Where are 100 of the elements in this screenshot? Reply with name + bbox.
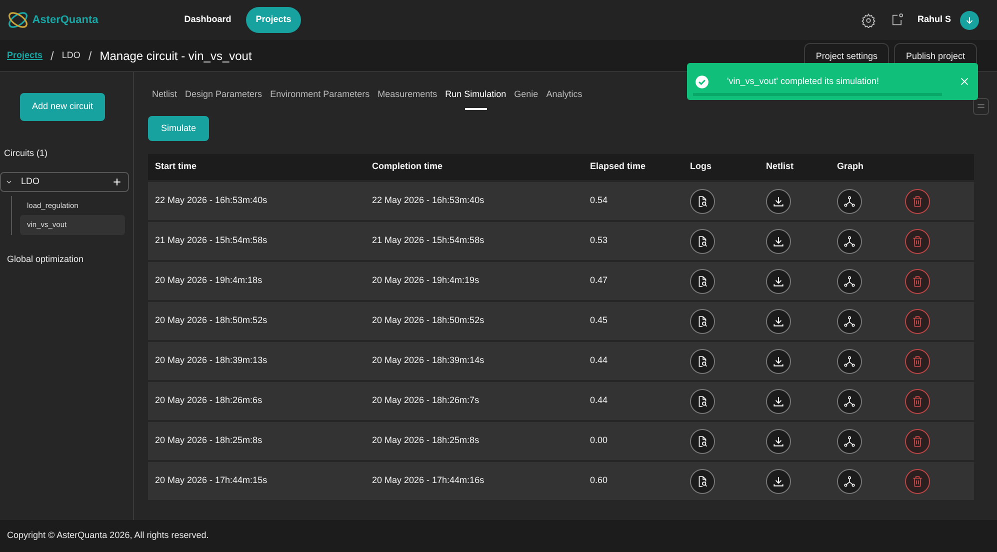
logs-button[interactable] bbox=[690, 228, 715, 254]
graph-icon bbox=[843, 434, 856, 448]
tab[interactable]: Design Parameters bbox=[181, 88, 266, 110]
breadcrumb-item: LDO bbox=[62, 48, 80, 62]
table-cell-text: 0.60 bbox=[590, 474, 609, 488]
graph-button[interactable] bbox=[837, 308, 862, 334]
download-icon bbox=[772, 194, 785, 208]
notification-icon bbox=[890, 13, 904, 27]
arrow-down-icon bbox=[964, 14, 975, 26]
logs-button[interactable] bbox=[690, 308, 715, 334]
logs-button[interactable] bbox=[690, 428, 715, 454]
table-cell-text: 22 May 2026 - 16h:53m:40s bbox=[372, 194, 486, 208]
graph-button[interactable] bbox=[837, 348, 862, 374]
graph-button[interactable] bbox=[837, 268, 862, 294]
graph-icon bbox=[843, 314, 856, 328]
delete-button[interactable] bbox=[905, 188, 930, 214]
graph-button[interactable] bbox=[837, 468, 862, 494]
trash-icon bbox=[911, 394, 924, 408]
copyright-text: Copyright © AsterQuanta 2026, All rights reserved. bbox=[7, 529, 209, 542]
trash-icon bbox=[911, 194, 924, 208]
download-button[interactable] bbox=[766, 188, 791, 214]
user-name: Rahul S bbox=[917, 13, 951, 26]
download-button[interactable] bbox=[766, 428, 791, 454]
column-header: Completion time bbox=[372, 160, 444, 174]
table-cell-text: 21 May 2026 - 15h:54m:58s bbox=[155, 234, 268, 248]
download-button[interactable] bbox=[766, 388, 791, 414]
page-title: Manage circuit - vin_vs_vout bbox=[100, 48, 252, 64]
table-cell-text: 20 May 2026 - 18h:50m:52s bbox=[372, 314, 486, 328]
add-icon bbox=[112, 177, 122, 187]
tab[interactable]: Environment Parameters bbox=[266, 88, 374, 110]
column-header: Elapsed time bbox=[590, 160, 647, 174]
document-search-icon bbox=[696, 274, 709, 288]
delete-button[interactable] bbox=[905, 228, 930, 254]
table-cell-text: 0.54 bbox=[590, 194, 609, 208]
table-cell-text: 20 May 2026 - 19h:4m:18s bbox=[155, 274, 264, 288]
download-icon bbox=[772, 394, 785, 408]
document-search-icon bbox=[696, 474, 709, 488]
delete-button[interactable] bbox=[905, 308, 930, 334]
table-cell-text: 20 May 2026 - 18h:26m:6s bbox=[155, 394, 264, 408]
column-header: Netlist bbox=[766, 160, 795, 174]
tab[interactable]: Genie bbox=[510, 88, 542, 110]
delete-button[interactable] bbox=[905, 468, 930, 494]
table-cell-text: 21 May 2026 - 15h:54m:58s bbox=[372, 234, 486, 248]
graph-button[interactable] bbox=[837, 388, 862, 414]
column-header: Start time bbox=[155, 160, 198, 174]
tree-item[interactable]: LDO bbox=[0, 172, 129, 192]
download-button[interactable] bbox=[766, 468, 791, 494]
logs-button[interactable] bbox=[690, 188, 715, 214]
graph-icon bbox=[843, 394, 856, 408]
table-cell-text: 20 May 2026 - 18h:25m:8s bbox=[372, 434, 480, 448]
graph-button[interactable] bbox=[837, 428, 862, 454]
delete-button[interactable] bbox=[905, 348, 930, 374]
document-search-icon bbox=[696, 354, 709, 368]
table-cell-text: 0.44 bbox=[590, 354, 609, 368]
graph-icon bbox=[843, 474, 856, 488]
table-cell-text: 0.47 bbox=[590, 274, 609, 288]
graph-button[interactable] bbox=[837, 188, 862, 214]
column-header: Graph bbox=[837, 160, 865, 174]
download-button[interactable] bbox=[766, 228, 791, 254]
document-search-icon bbox=[696, 394, 709, 408]
delete-button[interactable] bbox=[905, 388, 930, 414]
download-button[interactable] bbox=[766, 268, 791, 294]
table-cell-text: 20 May 2026 - 17h:44m:15s bbox=[155, 474, 268, 488]
trash-icon bbox=[911, 474, 924, 488]
download-icon bbox=[772, 274, 785, 288]
download-button[interactable] bbox=[766, 348, 791, 374]
nav-link[interactable]: Dashboard bbox=[174, 7, 242, 33]
graph-icon bbox=[843, 274, 856, 288]
download-icon bbox=[772, 474, 785, 488]
graph-icon bbox=[843, 234, 856, 248]
download-icon bbox=[772, 354, 785, 368]
table-cell-text: 20 May 2026 - 18h:39m:13s bbox=[155, 354, 268, 368]
trash-icon bbox=[911, 434, 924, 448]
delete-button[interactable] bbox=[905, 428, 930, 454]
document-search-icon bbox=[696, 314, 709, 328]
table-cell-text: 20 May 2026 - 17h:44m:16s bbox=[372, 474, 486, 488]
table-cell-text: 22 May 2026 - 16h:53m:40s bbox=[155, 194, 268, 208]
delete-button[interactable] bbox=[905, 268, 930, 294]
tab[interactable]: Measurements bbox=[374, 88, 442, 110]
logs-button[interactable] bbox=[690, 468, 715, 494]
logs-button[interactable] bbox=[690, 268, 715, 294]
trash-icon bbox=[911, 354, 924, 368]
table-cell-text: 20 May 2026 - 18h:25m:8s bbox=[155, 434, 264, 448]
menu-button[interactable] bbox=[972, 98, 989, 114]
tab[interactable]: Analytics bbox=[542, 88, 586, 110]
logs-button[interactable] bbox=[690, 348, 715, 374]
breadcrumb-link[interactable]: Projects bbox=[7, 48, 43, 62]
circuits-label: Circuits (1) bbox=[4, 146, 49, 160]
tab[interactable]: Netlist bbox=[148, 88, 182, 110]
breadcrumb-separator: / bbox=[88, 48, 92, 64]
avatar[interactable] bbox=[960, 10, 979, 30]
tree-item-label: LDO bbox=[21, 175, 40, 188]
graph-button[interactable] bbox=[837, 228, 862, 254]
settings-icon bbox=[861, 12, 876, 28]
column-header: Logs bbox=[690, 160, 712, 174]
trash-icon bbox=[911, 314, 924, 328]
logs-button[interactable] bbox=[690, 388, 715, 414]
download-icon bbox=[772, 314, 785, 328]
global-optimization-link[interactable]: Global optimization bbox=[7, 252, 133, 266]
download-button[interactable] bbox=[766, 308, 791, 334]
